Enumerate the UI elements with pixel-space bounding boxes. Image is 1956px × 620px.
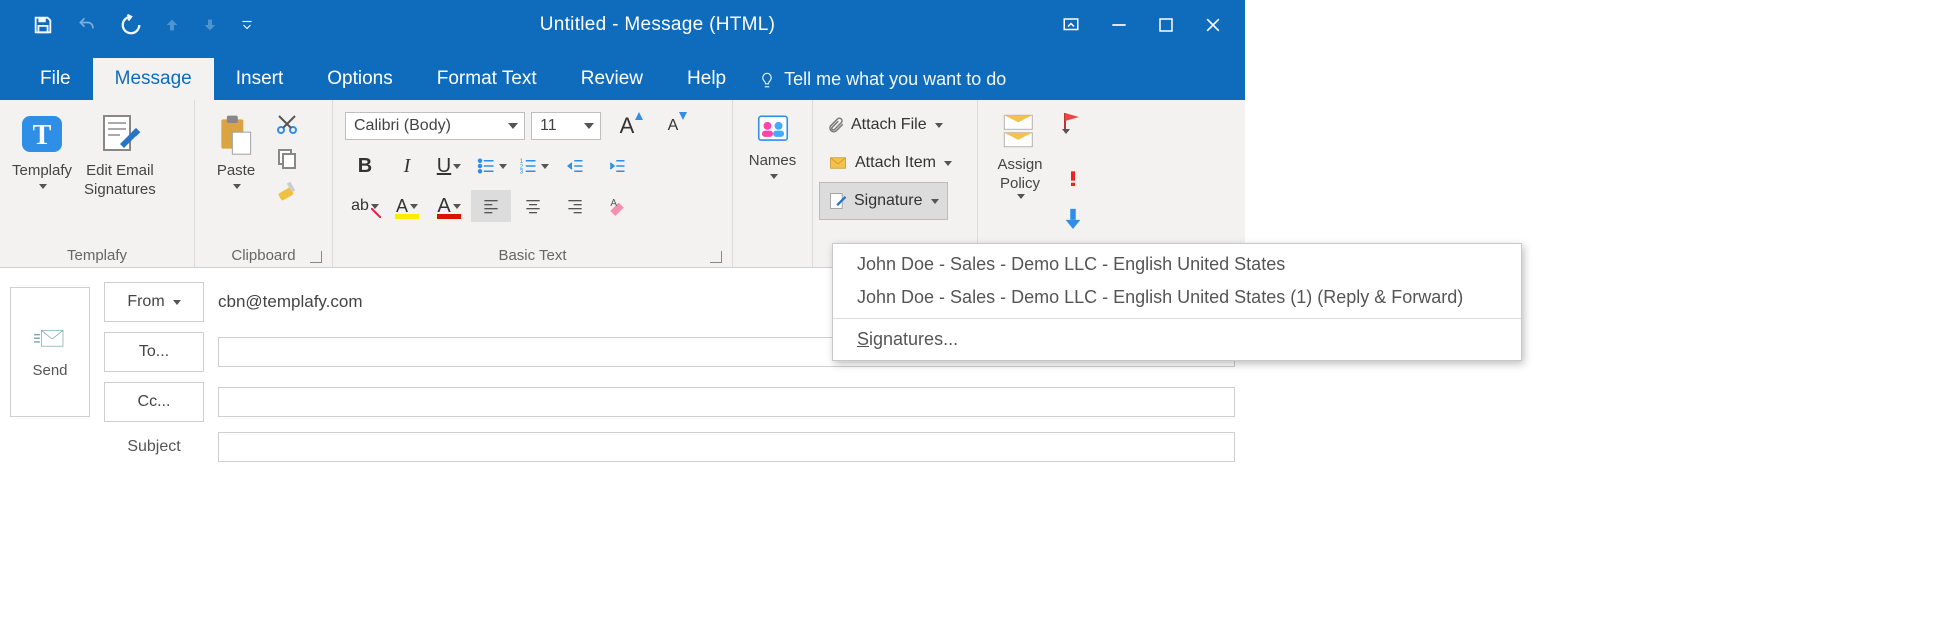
attach-file-button[interactable]: Attach File xyxy=(819,106,951,144)
tab-insert[interactable]: Insert xyxy=(214,58,306,100)
font-size-combo[interactable]: 11 xyxy=(531,112,601,140)
paste-button[interactable]: Paste xyxy=(201,106,271,191)
address-book-icon xyxy=(754,110,792,148)
group-label-clipboard: Clipboard xyxy=(201,245,326,265)
bold-button[interactable]: B xyxy=(345,150,385,182)
group-label-templafy: Templafy xyxy=(6,245,188,265)
shrink-font-icon[interactable]: A xyxy=(653,110,693,142)
grow-font-icon[interactable]: A xyxy=(607,110,647,142)
svg-text:3: 3 xyxy=(520,170,524,176)
cut-icon[interactable] xyxy=(275,112,299,136)
lightbulb-icon xyxy=(758,71,776,89)
group-templafy: T Templafy Edit Email Signatures Templaf… xyxy=(0,100,195,267)
menu-separator xyxy=(833,318,1521,319)
group-basic-text: Calibri (Body) 11 A A B I U 123 xyxy=(333,100,733,267)
qat-more-icon[interactable] xyxy=(240,18,254,32)
align-center-button[interactable] xyxy=(513,190,553,222)
paperclip-icon xyxy=(827,114,845,136)
redo-icon[interactable] xyxy=(120,14,142,36)
maximize-icon[interactable] xyxy=(1157,16,1175,34)
copy-icon[interactable] xyxy=(275,146,299,170)
policy-icon xyxy=(999,110,1041,152)
svg-text:T: T xyxy=(33,120,52,151)
italic-button[interactable]: I xyxy=(387,150,427,182)
highlight-button[interactable]: A xyxy=(387,190,427,222)
close-icon[interactable] xyxy=(1203,15,1223,35)
tab-message[interactable]: Message xyxy=(93,58,214,100)
ribbon-tabs: File Message Insert Options Format Text … xyxy=(0,50,1245,100)
signature-button[interactable]: Signature xyxy=(819,182,948,220)
follow-up-flag-icon[interactable] xyxy=(1060,110,1086,151)
cc-input[interactable] xyxy=(218,387,1235,417)
underline-button[interactable]: U xyxy=(429,150,469,182)
cc-button[interactable]: Cc... xyxy=(104,382,204,422)
attach-item-button[interactable]: Attach Item xyxy=(819,144,960,182)
names-button[interactable]: Names xyxy=(738,106,808,181)
eraser-icon[interactable]: A xyxy=(597,190,637,222)
save-icon[interactable] xyxy=(32,14,54,36)
bullets-button[interactable] xyxy=(471,150,511,182)
templafy-icon: T xyxy=(18,110,66,158)
window-controls xyxy=(1061,15,1245,35)
low-importance-icon[interactable] xyxy=(1062,205,1084,231)
subject-label: Subject xyxy=(104,438,204,456)
clear-formatting-icon[interactable]: ab xyxy=(345,190,385,222)
undo-icon[interactable] xyxy=(76,15,98,35)
group-label-basic-text: Basic Text xyxy=(339,245,726,265)
send-button[interactable]: Send xyxy=(10,287,90,417)
clipboard-icon xyxy=(214,110,258,158)
tab-format-text[interactable]: Format Text xyxy=(415,58,559,100)
edit-signature-icon xyxy=(96,110,144,158)
increase-indent-icon[interactable] xyxy=(597,150,637,182)
group-clipboard: Paste Clipboard xyxy=(195,100,333,267)
decrease-indent-icon[interactable] xyxy=(555,150,595,182)
group-tags: Assign Policy xyxy=(978,100,1128,267)
svg-text:A: A xyxy=(610,198,617,209)
signature-option-2[interactable]: John Doe - Sales - Demo LLC - English Un… xyxy=(833,281,1521,314)
prev-icon[interactable] xyxy=(164,17,180,33)
font-name-combo[interactable]: Calibri (Body) xyxy=(345,112,525,140)
window-title: Untitled - Message (HTML) xyxy=(254,14,1061,36)
from-button[interactable]: From xyxy=(104,282,204,322)
ribbon-display-icon[interactable] xyxy=(1061,16,1081,34)
dialog-launcher-icon[interactable] xyxy=(310,251,322,263)
tab-review[interactable]: Review xyxy=(559,58,665,100)
high-importance-icon[interactable] xyxy=(1065,165,1081,191)
to-button[interactable]: To... xyxy=(104,332,204,372)
envelope-icon xyxy=(827,154,849,172)
minimize-icon[interactable] xyxy=(1109,15,1129,35)
dialog-launcher-icon[interactable] xyxy=(710,251,722,263)
templafy-button[interactable]: T Templafy xyxy=(6,106,78,191)
tab-file[interactable]: File xyxy=(18,58,93,100)
font-color-button[interactable]: A xyxy=(429,190,469,222)
tab-help[interactable]: Help xyxy=(665,58,748,100)
signature-option-1[interactable]: John Doe - Sales - Demo LLC - English Un… xyxy=(833,248,1521,281)
format-painter-icon[interactable] xyxy=(275,180,299,204)
next-icon[interactable] xyxy=(202,17,218,33)
signature-icon xyxy=(828,191,848,211)
tell-me-search[interactable]: Tell me what you want to do xyxy=(748,59,1016,100)
signatures-settings[interactable]: Signatures... xyxy=(833,323,1521,356)
signature-dropdown: John Doe - Sales - Demo LLC - English Un… xyxy=(832,243,1522,361)
assign-policy-button[interactable]: Assign Policy xyxy=(984,106,1056,201)
quick-access-toolbar xyxy=(0,14,254,36)
numbering-button[interactable]: 123 xyxy=(513,150,553,182)
send-icon xyxy=(32,326,68,352)
group-names: Names xyxy=(733,100,813,267)
group-include: Attach File Attach Item Signature xyxy=(813,100,978,267)
edit-signatures-button[interactable]: Edit Email Signatures xyxy=(78,106,162,202)
align-right-button[interactable] xyxy=(555,190,595,222)
subject-input[interactable] xyxy=(218,432,1235,462)
align-left-button[interactable] xyxy=(471,190,511,222)
tab-options[interactable]: Options xyxy=(305,58,414,100)
title-bar: Untitled - Message (HTML) xyxy=(0,0,1245,50)
